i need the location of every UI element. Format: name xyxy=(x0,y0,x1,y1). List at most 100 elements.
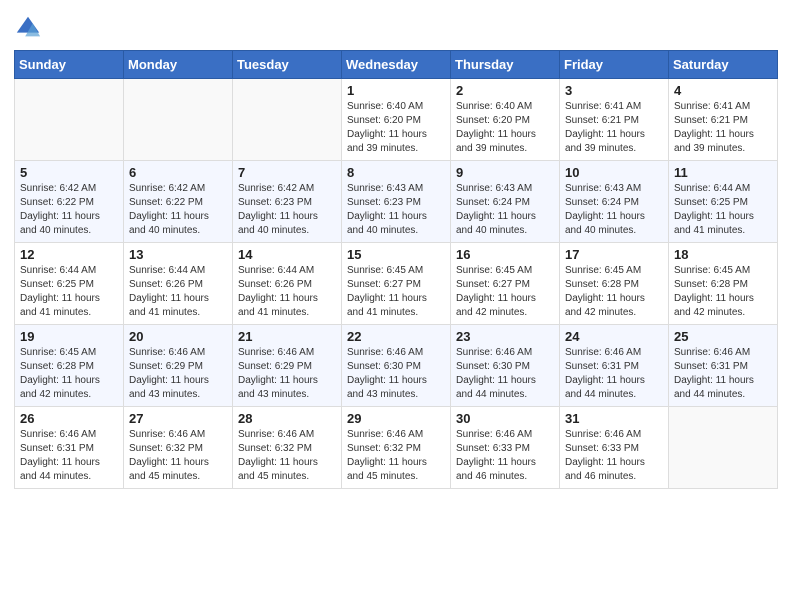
day-info: Sunrise: 6:46 AMSunset: 6:33 PMDaylight:… xyxy=(565,428,663,484)
day-number: 14 xyxy=(238,247,336,262)
day-info: Sunrise: 6:42 AMSunset: 6:22 PMDaylight:… xyxy=(20,182,118,238)
calendar-cell: 30 Sunrise: 6:46 AMSunset: 6:33 PMDayligh… xyxy=(451,407,560,489)
day-number: 13 xyxy=(129,247,227,262)
calendar-cell: 25 Sunrise: 6:46 AMSunset: 6:31 PMDayligh… xyxy=(669,325,778,407)
calendar-cell: 15 Sunrise: 6:45 AMSunset: 6:27 PMDayligh… xyxy=(342,243,451,325)
page: SundayMondayTuesdayWednesdayThursdayFrid… xyxy=(0,0,792,612)
day-info: Sunrise: 6:46 AMSunset: 6:30 PMDaylight:… xyxy=(347,346,445,402)
day-number: 12 xyxy=(20,247,118,262)
calendar-cell: 17 Sunrise: 6:45 AMSunset: 6:28 PMDayligh… xyxy=(560,243,669,325)
logo-icon xyxy=(14,14,42,42)
day-number: 27 xyxy=(129,411,227,426)
header xyxy=(14,10,778,42)
col-header-sunday: Sunday xyxy=(15,51,124,79)
col-header-wednesday: Wednesday xyxy=(342,51,451,79)
day-info: Sunrise: 6:45 AMSunset: 6:28 PMDaylight:… xyxy=(674,264,772,320)
day-info: Sunrise: 6:43 AMSunset: 6:24 PMDaylight:… xyxy=(456,182,554,238)
day-number: 19 xyxy=(20,329,118,344)
day-info: Sunrise: 6:46 AMSunset: 6:30 PMDaylight:… xyxy=(456,346,554,402)
day-number: 5 xyxy=(20,165,118,180)
calendar-cell: 22 Sunrise: 6:46 AMSunset: 6:30 PMDayligh… xyxy=(342,325,451,407)
day-number: 20 xyxy=(129,329,227,344)
day-number: 17 xyxy=(565,247,663,262)
day-info: Sunrise: 6:45 AMSunset: 6:28 PMDaylight:… xyxy=(565,264,663,320)
day-info: Sunrise: 6:45 AMSunset: 6:28 PMDaylight:… xyxy=(20,346,118,402)
day-info: Sunrise: 6:44 AMSunset: 6:26 PMDaylight:… xyxy=(129,264,227,320)
day-info: Sunrise: 6:45 AMSunset: 6:27 PMDaylight:… xyxy=(347,264,445,320)
day-info: Sunrise: 6:41 AMSunset: 6:21 PMDaylight:… xyxy=(674,100,772,156)
calendar-cell: 16 Sunrise: 6:45 AMSunset: 6:27 PMDayligh… xyxy=(451,243,560,325)
calendar-cell: 20 Sunrise: 6:46 AMSunset: 6:29 PMDayligh… xyxy=(124,325,233,407)
day-number: 25 xyxy=(674,329,772,344)
day-number: 9 xyxy=(456,165,554,180)
logo xyxy=(14,14,44,42)
calendar-cell: 18 Sunrise: 6:45 AMSunset: 6:28 PMDayligh… xyxy=(669,243,778,325)
day-info: Sunrise: 6:44 AMSunset: 6:26 PMDaylight:… xyxy=(238,264,336,320)
day-number: 6 xyxy=(129,165,227,180)
calendar-cell: 28 Sunrise: 6:46 AMSunset: 6:32 PMDayligh… xyxy=(233,407,342,489)
calendar-cell: 7 Sunrise: 6:42 AMSunset: 6:23 PMDaylight… xyxy=(233,161,342,243)
day-number: 18 xyxy=(674,247,772,262)
day-number: 16 xyxy=(456,247,554,262)
day-info: Sunrise: 6:46 AMSunset: 6:31 PMDaylight:… xyxy=(565,346,663,402)
col-header-friday: Friday xyxy=(560,51,669,79)
calendar-cell: 26 Sunrise: 6:46 AMSunset: 6:31 PMDayligh… xyxy=(15,407,124,489)
day-number: 26 xyxy=(20,411,118,426)
calendar-cell: 8 Sunrise: 6:43 AMSunset: 6:23 PMDaylight… xyxy=(342,161,451,243)
day-number: 2 xyxy=(456,83,554,98)
day-number: 22 xyxy=(347,329,445,344)
day-number: 1 xyxy=(347,83,445,98)
day-info: Sunrise: 6:46 AMSunset: 6:31 PMDaylight:… xyxy=(674,346,772,402)
calendar-cell: 12 Sunrise: 6:44 AMSunset: 6:25 PMDayligh… xyxy=(15,243,124,325)
col-header-thursday: Thursday xyxy=(451,51,560,79)
day-info: Sunrise: 6:46 AMSunset: 6:32 PMDaylight:… xyxy=(129,428,227,484)
day-number: 21 xyxy=(238,329,336,344)
day-number: 24 xyxy=(565,329,663,344)
calendar: SundayMondayTuesdayWednesdayThursdayFrid… xyxy=(14,50,778,489)
day-info: Sunrise: 6:42 AMSunset: 6:22 PMDaylight:… xyxy=(129,182,227,238)
day-number: 30 xyxy=(456,411,554,426)
col-header-tuesday: Tuesday xyxy=(233,51,342,79)
day-number: 23 xyxy=(456,329,554,344)
day-info: Sunrise: 6:40 AMSunset: 6:20 PMDaylight:… xyxy=(347,100,445,156)
calendar-cell: 14 Sunrise: 6:44 AMSunset: 6:26 PMDayligh… xyxy=(233,243,342,325)
calendar-cell: 4 Sunrise: 6:41 AMSunset: 6:21 PMDaylight… xyxy=(669,79,778,161)
day-number: 31 xyxy=(565,411,663,426)
day-info: Sunrise: 6:41 AMSunset: 6:21 PMDaylight:… xyxy=(565,100,663,156)
col-header-monday: Monday xyxy=(124,51,233,79)
calendar-cell: 5 Sunrise: 6:42 AMSunset: 6:22 PMDaylight… xyxy=(15,161,124,243)
day-number: 15 xyxy=(347,247,445,262)
day-info: Sunrise: 6:44 AMSunset: 6:25 PMDaylight:… xyxy=(674,182,772,238)
col-header-saturday: Saturday xyxy=(669,51,778,79)
calendar-cell xyxy=(669,407,778,489)
calendar-cell xyxy=(15,79,124,161)
day-info: Sunrise: 6:40 AMSunset: 6:20 PMDaylight:… xyxy=(456,100,554,156)
day-number: 7 xyxy=(238,165,336,180)
day-number: 8 xyxy=(347,165,445,180)
day-number: 29 xyxy=(347,411,445,426)
day-info: Sunrise: 6:43 AMSunset: 6:23 PMDaylight:… xyxy=(347,182,445,238)
day-number: 4 xyxy=(674,83,772,98)
calendar-cell: 6 Sunrise: 6:42 AMSunset: 6:22 PMDaylight… xyxy=(124,161,233,243)
day-number: 11 xyxy=(674,165,772,180)
calendar-cell: 2 Sunrise: 6:40 AMSunset: 6:20 PMDaylight… xyxy=(451,79,560,161)
calendar-cell: 9 Sunrise: 6:43 AMSunset: 6:24 PMDaylight… xyxy=(451,161,560,243)
day-number: 28 xyxy=(238,411,336,426)
day-info: Sunrise: 6:43 AMSunset: 6:24 PMDaylight:… xyxy=(565,182,663,238)
day-info: Sunrise: 6:45 AMSunset: 6:27 PMDaylight:… xyxy=(456,264,554,320)
calendar-cell: 10Sunrise: 6:43 AMSunset: 6:24 PMDayligh… xyxy=(560,161,669,243)
calendar-cell: 19 Sunrise: 6:45 AMSunset: 6:28 PMDayligh… xyxy=(15,325,124,407)
day-info: Sunrise: 6:46 AMSunset: 6:29 PMDaylight:… xyxy=(129,346,227,402)
calendar-cell: 3Sunrise: 6:41 AMSunset: 6:21 PMDaylight… xyxy=(560,79,669,161)
calendar-cell: 27 Sunrise: 6:46 AMSunset: 6:32 PMDayligh… xyxy=(124,407,233,489)
calendar-cell: 23 Sunrise: 6:46 AMSunset: 6:30 PMDayligh… xyxy=(451,325,560,407)
calendar-cell: 13 Sunrise: 6:44 AMSunset: 6:26 PMDayligh… xyxy=(124,243,233,325)
day-info: Sunrise: 6:44 AMSunset: 6:25 PMDaylight:… xyxy=(20,264,118,320)
day-info: Sunrise: 6:46 AMSunset: 6:32 PMDaylight:… xyxy=(238,428,336,484)
calendar-cell: 1 Sunrise: 6:40 AMSunset: 6:20 PMDaylight… xyxy=(342,79,451,161)
day-info: Sunrise: 6:42 AMSunset: 6:23 PMDaylight:… xyxy=(238,182,336,238)
day-info: Sunrise: 6:46 AMSunset: 6:33 PMDaylight:… xyxy=(456,428,554,484)
day-info: Sunrise: 6:46 AMSunset: 6:31 PMDaylight:… xyxy=(20,428,118,484)
calendar-cell: 11 Sunrise: 6:44 AMSunset: 6:25 PMDayligh… xyxy=(669,161,778,243)
calendar-cell xyxy=(233,79,342,161)
